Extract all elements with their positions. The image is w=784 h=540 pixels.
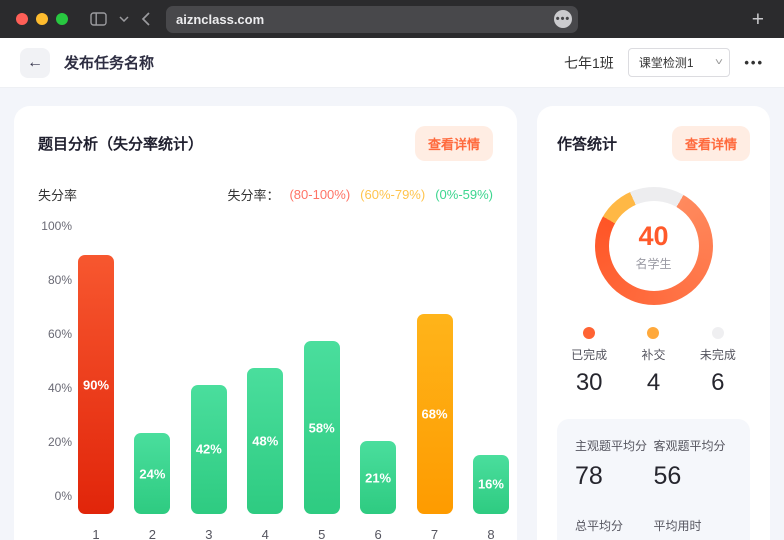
question-detail-button[interactable]: 查看详情	[415, 126, 493, 161]
y-tick-label: 60%	[48, 327, 72, 341]
page-title: 发布任务名称	[64, 52, 154, 73]
legend-dot-icon	[583, 327, 595, 339]
legend-label: 补交	[641, 346, 665, 363]
x-tick-label: 5	[304, 527, 340, 540]
back-icon[interactable]	[141, 12, 150, 26]
donut-chart: 40 名学生	[595, 187, 713, 305]
bar: 68%	[417, 314, 453, 514]
donut-legend-item: 未完成 6	[686, 327, 750, 397]
bar-value-label: 16%	[478, 477, 504, 492]
stat-label: 平均用时	[654, 517, 733, 534]
bar-value-label: 58%	[309, 420, 335, 435]
back-button[interactable]: ←	[20, 48, 50, 78]
question-card-title: 题目分析（失分率统计）	[38, 133, 203, 154]
stat-item: 客观题平均分 56	[654, 437, 733, 491]
chevron-down-icon[interactable]	[119, 16, 129, 22]
legend-label: 未完成	[700, 346, 736, 363]
bar: 16%	[473, 455, 509, 514]
minimize-window-icon[interactable]	[36, 13, 48, 25]
bar-value-label: 48%	[252, 434, 278, 449]
back-arrow-icon: ←	[27, 54, 43, 72]
test-select-dropdown[interactable]: 课堂检测1 ˅	[628, 48, 731, 77]
address-bar[interactable]: aiznclass.com •••	[166, 6, 578, 33]
sidebar-icon[interactable]	[90, 12, 107, 26]
x-tick-label: 2	[134, 527, 170, 540]
page-menu-icon[interactable]: •••	[554, 10, 572, 28]
url-text: aiznclass.com	[176, 12, 264, 27]
bar: 21%	[360, 441, 396, 514]
stats-panel: 主观题平均分 78客观题平均分 56 总平均分72平均用时3’45”	[557, 419, 750, 540]
legend-item: (60%-79%)	[360, 187, 425, 202]
x-tick-label: 1	[78, 527, 114, 540]
y-tick-label: 80%	[48, 273, 72, 287]
app-header: ← 发布任务名称 七年1班 课堂检测1 ˅ •••	[0, 38, 784, 88]
legend-item: (0%-59%)	[435, 187, 493, 202]
test-select-value: 课堂检测1	[639, 54, 694, 71]
donut-legend-item: 补交 4	[621, 327, 685, 397]
donut-legend: 已完成 30 补交 4 未完成 6	[557, 327, 750, 397]
stat-item: 总平均分72	[575, 517, 654, 540]
student-total-label: 名学生	[635, 255, 671, 272]
legend-title: 失分率：	[227, 185, 279, 204]
stat-label: 总平均分	[575, 517, 654, 534]
stat-value: 78	[575, 462, 654, 491]
more-menu-icon[interactable]: •••	[744, 55, 764, 70]
legend-dot-icon	[712, 327, 724, 339]
stat-item: 主观题平均分 78	[575, 437, 654, 491]
main-content: 题目分析（失分率统计） 查看详情 失分率 失分率： (80-100%) (60%-…	[0, 88, 784, 540]
y-axis-title: 失分率	[38, 185, 77, 204]
stat-label: 主观题平均分	[575, 437, 654, 454]
x-tick-label: 8	[473, 527, 509, 540]
bar: 58%	[304, 341, 340, 514]
legend-value: 6	[711, 369, 724, 397]
bar-value-label: 21%	[365, 470, 391, 485]
bar: 90%	[78, 255, 114, 514]
window-controls	[16, 13, 68, 25]
answer-card-title: 作答统计	[557, 133, 617, 154]
stat-item: 平均用时3’45”	[654, 517, 733, 540]
bar-value-label: 42%	[196, 442, 222, 457]
browser-chrome: aiznclass.com ••• +	[0, 0, 784, 38]
y-tick-label: 40%	[48, 381, 72, 395]
donut-center: 40 名学生	[609, 201, 699, 291]
legend-value: 4	[647, 369, 660, 397]
x-tick-label: 4	[247, 527, 283, 540]
chevron-down-icon: ˅	[714, 58, 722, 68]
legend-label: 已完成	[571, 346, 607, 363]
new-tab-icon[interactable]: +	[748, 9, 768, 30]
x-tick-label: 7	[417, 527, 453, 540]
answer-detail-button[interactable]: 查看详情	[672, 126, 750, 161]
bar-chart-y-axis: 100%80%60%40%20%0%	[38, 226, 78, 496]
bar-chart: 100% 80% 60% 40% 20% 0% 90% 24% 42% 48% 58% 21% 68%…	[38, 214, 493, 540]
question-analysis-card: 题目分析（失分率统计） 查看详情 失分率 失分率： (80-100%) (60%-…	[14, 106, 517, 540]
chart-legend: 失分率： (80-100%) (60%-79%) (0%-59%)	[227, 185, 493, 204]
legend-dot-icon	[647, 327, 659, 339]
bar-value-label: 68%	[422, 407, 448, 422]
legend-item: (80-100%)	[289, 187, 350, 202]
y-tick-label: 100%	[41, 219, 72, 233]
close-window-icon[interactable]	[16, 13, 28, 25]
donut-legend-item: 已完成 30	[557, 327, 621, 397]
x-tick-label: 6	[360, 527, 396, 540]
legend-value: 30	[576, 369, 603, 397]
y-tick-label: 0%	[55, 489, 72, 503]
bar: 42%	[191, 385, 227, 514]
y-tick-label: 20%	[48, 435, 72, 449]
stat-value: 56	[654, 462, 733, 491]
x-tick-label: 3	[191, 527, 227, 540]
zoom-window-icon[interactable]	[56, 13, 68, 25]
bar-value-label: 24%	[139, 466, 165, 481]
bar-chart-bars: 90% 24% 42% 48% 58% 21% 68% 16%	[78, 255, 509, 514]
student-total: 40	[638, 221, 668, 252]
bar: 24%	[134, 433, 170, 514]
bar-chart-x-labels: 1 2 3 4 5 6 7 8	[78, 527, 509, 540]
stat-label: 客观题平均分	[654, 437, 733, 454]
answer-stats-card: 作答统计 查看详情 40 名学生 已完成 30 补交 4 未完成 6 主观题平均分 78客观…	[537, 106, 770, 540]
bar: 48%	[247, 368, 283, 514]
class-name: 七年1班	[564, 53, 614, 73]
bar-value-label: 90%	[83, 377, 109, 392]
